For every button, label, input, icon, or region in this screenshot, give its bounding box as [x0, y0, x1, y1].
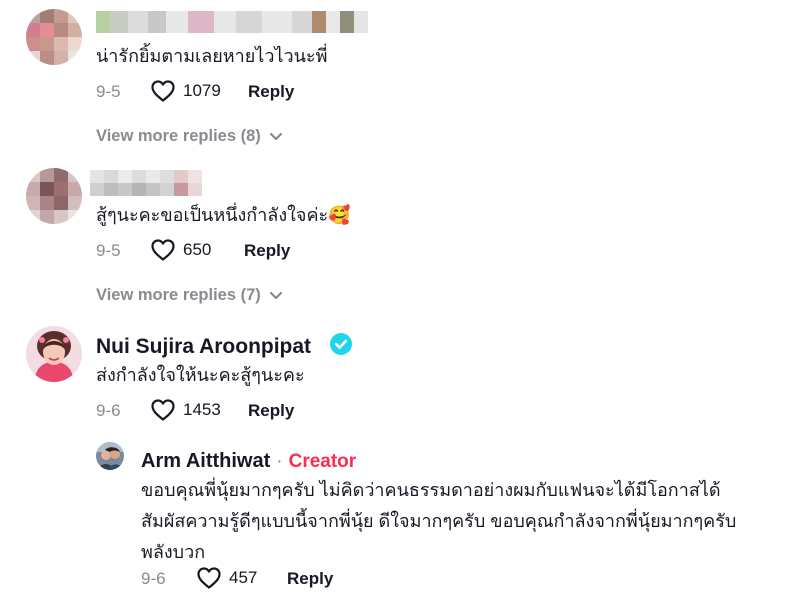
comment-date: 9-6	[96, 401, 121, 420]
view-more-replies[interactable]: View more replies (8)	[96, 127, 283, 146]
avatar-blurred[interactable]	[26, 9, 82, 65]
like-count: 1079	[183, 81, 221, 100]
like-button[interactable]: 457	[197, 567, 257, 589]
like-button[interactable]: 650	[151, 239, 211, 261]
reply-text-line: สัมผัสความรู้ดีๆแบบนี้จากพี่นุ้ย ดีใจมาก…	[141, 511, 737, 531]
reply-author[interactable]: Arm Aitthiwat	[141, 450, 270, 473]
username-blurred[interactable]	[90, 170, 210, 196]
comment-text: น่ารักยิ้มตามเลยหายไวไวนะพี่	[96, 46, 328, 66]
comment-date: 9-5	[96, 82, 121, 101]
verified-badge	[330, 333, 352, 355]
heart-icon	[151, 239, 175, 261]
reply-button[interactable]: Reply	[244, 241, 290, 261]
like-button[interactable]: 1079	[151, 80, 221, 102]
like-count: 457	[229, 568, 258, 587]
reply-button[interactable]: Reply	[248, 82, 294, 102]
reply-date: 9-6	[141, 569, 166, 588]
view-more-label: View more replies (8)	[96, 127, 261, 145]
heart-icon	[151, 399, 175, 421]
reply-avatar[interactable]	[96, 442, 124, 470]
like-count: 1453	[183, 400, 221, 419]
avatar[interactable]	[26, 326, 82, 382]
verified-icon	[330, 333, 352, 355]
view-more-replies[interactable]: View more replies (7)	[96, 286, 283, 305]
comment-author[interactable]: Nui Sujira Aroonpipat	[96, 335, 311, 359]
avatar-portrait	[26, 326, 82, 382]
reply-button[interactable]: Reply	[287, 569, 333, 589]
creator-badge: Creator	[288, 450, 357, 472]
heart-icon	[197, 567, 221, 589]
reply-text-line: ขอบคุณพี่นุ้ยมากๆครับ ไม่คิดว่าคนธรรมดาอ…	[141, 480, 721, 500]
chevron-down-icon	[269, 132, 282, 140]
chevron-down-icon	[269, 291, 282, 299]
separator-dot: ·	[276, 450, 283, 472]
reply-button[interactable]: Reply	[248, 401, 294, 421]
username-blurred[interactable]	[96, 11, 368, 33]
heart-icon	[151, 80, 175, 102]
comment-text: ส่งกำลังใจให้นะคะสู้ๆนะคะ	[96, 365, 305, 385]
like-button[interactable]: 1453	[151, 399, 221, 421]
reply-header: Arm Aitthiwat · Creator	[141, 450, 356, 473]
reply-avatar-photo	[96, 442, 124, 470]
avatar-blurred[interactable]	[26, 168, 82, 224]
reply-text-line: พลังบวก	[141, 542, 206, 562]
view-more-label: View more replies (7)	[96, 286, 261, 304]
comment-text: สู้ๆนะคะขอเป็นหนึ่งกำลังใจค่ะ🥰	[96, 205, 351, 225]
like-count: 650	[183, 240, 212, 259]
comment-date: 9-5	[96, 241, 121, 260]
